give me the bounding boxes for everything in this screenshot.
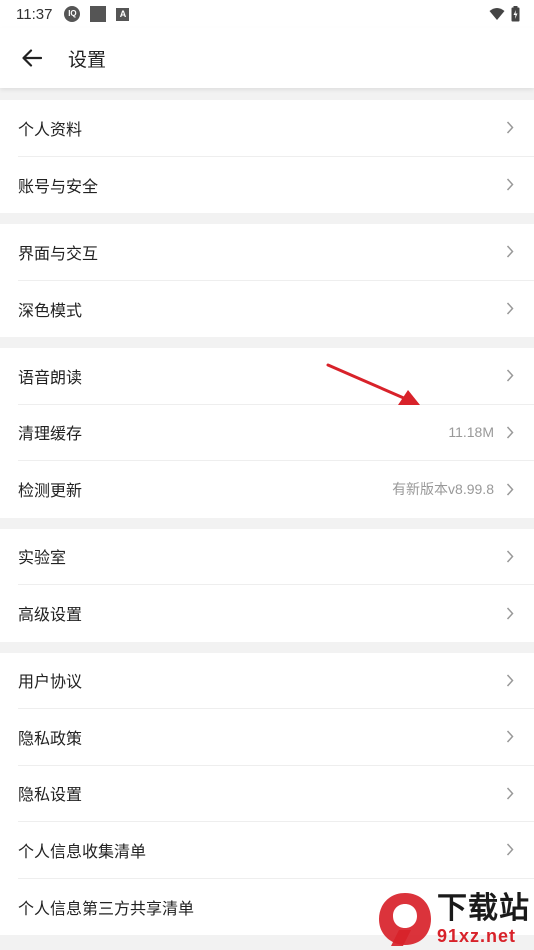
chevron-right-icon xyxy=(504,606,516,620)
update-version-value: 有新版本v8.99.8 xyxy=(392,481,494,498)
watermark-site-cn: 下载站 xyxy=(437,891,530,926)
settings-item-label: 深色模式 xyxy=(18,300,83,320)
settings-group-profile: 个人资料 账号与安全 xyxy=(0,100,534,213)
settings-group-display: 界面与交互 深色模式 xyxy=(0,224,534,337)
settings-item-profile[interactable]: 个人资料 xyxy=(18,100,534,157)
arrow-left-icon xyxy=(22,49,42,67)
settings-item-label: 用户协议 xyxy=(18,672,83,692)
status-time: 11:37 xyxy=(16,5,53,23)
settings-item-advanced[interactable]: 高级设置 xyxy=(18,585,534,642)
chevron-right-icon xyxy=(504,786,516,800)
settings-item-label: 隐私政策 xyxy=(18,728,83,748)
settings-item-label: 语音朗读 xyxy=(18,367,83,387)
cache-size-value: 11.18M xyxy=(448,424,494,441)
a-icon: A xyxy=(116,7,130,21)
chevron-right-icon xyxy=(504,673,516,687)
back-button[interactable] xyxy=(20,46,44,70)
battery-charging-icon xyxy=(511,6,520,22)
settings-item-label: 实验室 xyxy=(18,548,67,568)
settings-item-user-agreement[interactable]: 用户协议 xyxy=(18,653,534,709)
settings-group-system: 语音朗读 清理缓存 11.18M 检测更新 有新版本v8.99.8 xyxy=(0,348,534,518)
settings-item-lab[interactable]: 实验室 xyxy=(18,529,534,585)
settings-item-label: 个人信息收集清单 xyxy=(18,841,147,861)
settings-item-label: 清理缓存 xyxy=(18,424,83,444)
status-bar: 11:37 IQ A xyxy=(0,0,534,28)
chevron-right-icon xyxy=(504,369,516,383)
settings-item-account-security[interactable]: 账号与安全 xyxy=(18,157,534,214)
iq-icon: IQ xyxy=(64,6,81,22)
square-icon xyxy=(90,6,107,22)
chevron-right-icon xyxy=(504,121,516,135)
chevron-right-icon xyxy=(504,178,516,192)
settings-group-advanced: 实验室 高级设置 xyxy=(0,528,534,642)
wifi-icon xyxy=(489,8,505,20)
settings-item-clear-cache[interactable]: 清理缓存 11.18M xyxy=(18,405,534,461)
watermark: 下载站 91xz.net xyxy=(375,890,530,948)
settings-item-label: 高级设置 xyxy=(18,605,83,625)
settings-item-label: 界面与交互 xyxy=(18,243,99,263)
settings-item-privacy-settings[interactable]: 隐私设置 xyxy=(18,766,534,822)
settings-item-label: 检测更新 xyxy=(18,481,83,501)
settings-item-dark-mode[interactable]: 深色模式 xyxy=(18,281,534,338)
settings-item-privacy-policy[interactable]: 隐私政策 xyxy=(18,709,534,766)
watermark-logo-icon xyxy=(379,893,431,946)
chevron-right-icon xyxy=(504,425,516,439)
settings-item-label: 个人信息第三方共享清单 xyxy=(18,898,195,918)
chevron-right-icon xyxy=(504,302,516,316)
settings-item-personal-info-list[interactable]: 个人信息收集清单 xyxy=(18,822,534,879)
chevron-right-icon xyxy=(504,730,516,744)
settings-item-label: 隐私设置 xyxy=(18,785,83,805)
settings-item-label: 账号与安全 xyxy=(18,176,99,196)
chevron-right-icon xyxy=(504,482,516,496)
settings-item-voice-reading[interactable]: 语音朗读 xyxy=(18,348,534,405)
watermark-site-en: 91xz.net xyxy=(437,926,517,946)
chevron-right-icon xyxy=(504,549,516,563)
settings-item-label: 个人资料 xyxy=(18,119,83,139)
page-title: 设置 xyxy=(68,48,107,71)
app-bar: 设置 xyxy=(0,28,534,88)
chevron-right-icon xyxy=(504,843,516,857)
settings-item-check-update[interactable]: 检测更新 有新版本v8.99.8 xyxy=(18,461,534,518)
settings-item-interface[interactable]: 界面与交互 xyxy=(18,224,534,281)
chevron-right-icon xyxy=(504,245,516,259)
